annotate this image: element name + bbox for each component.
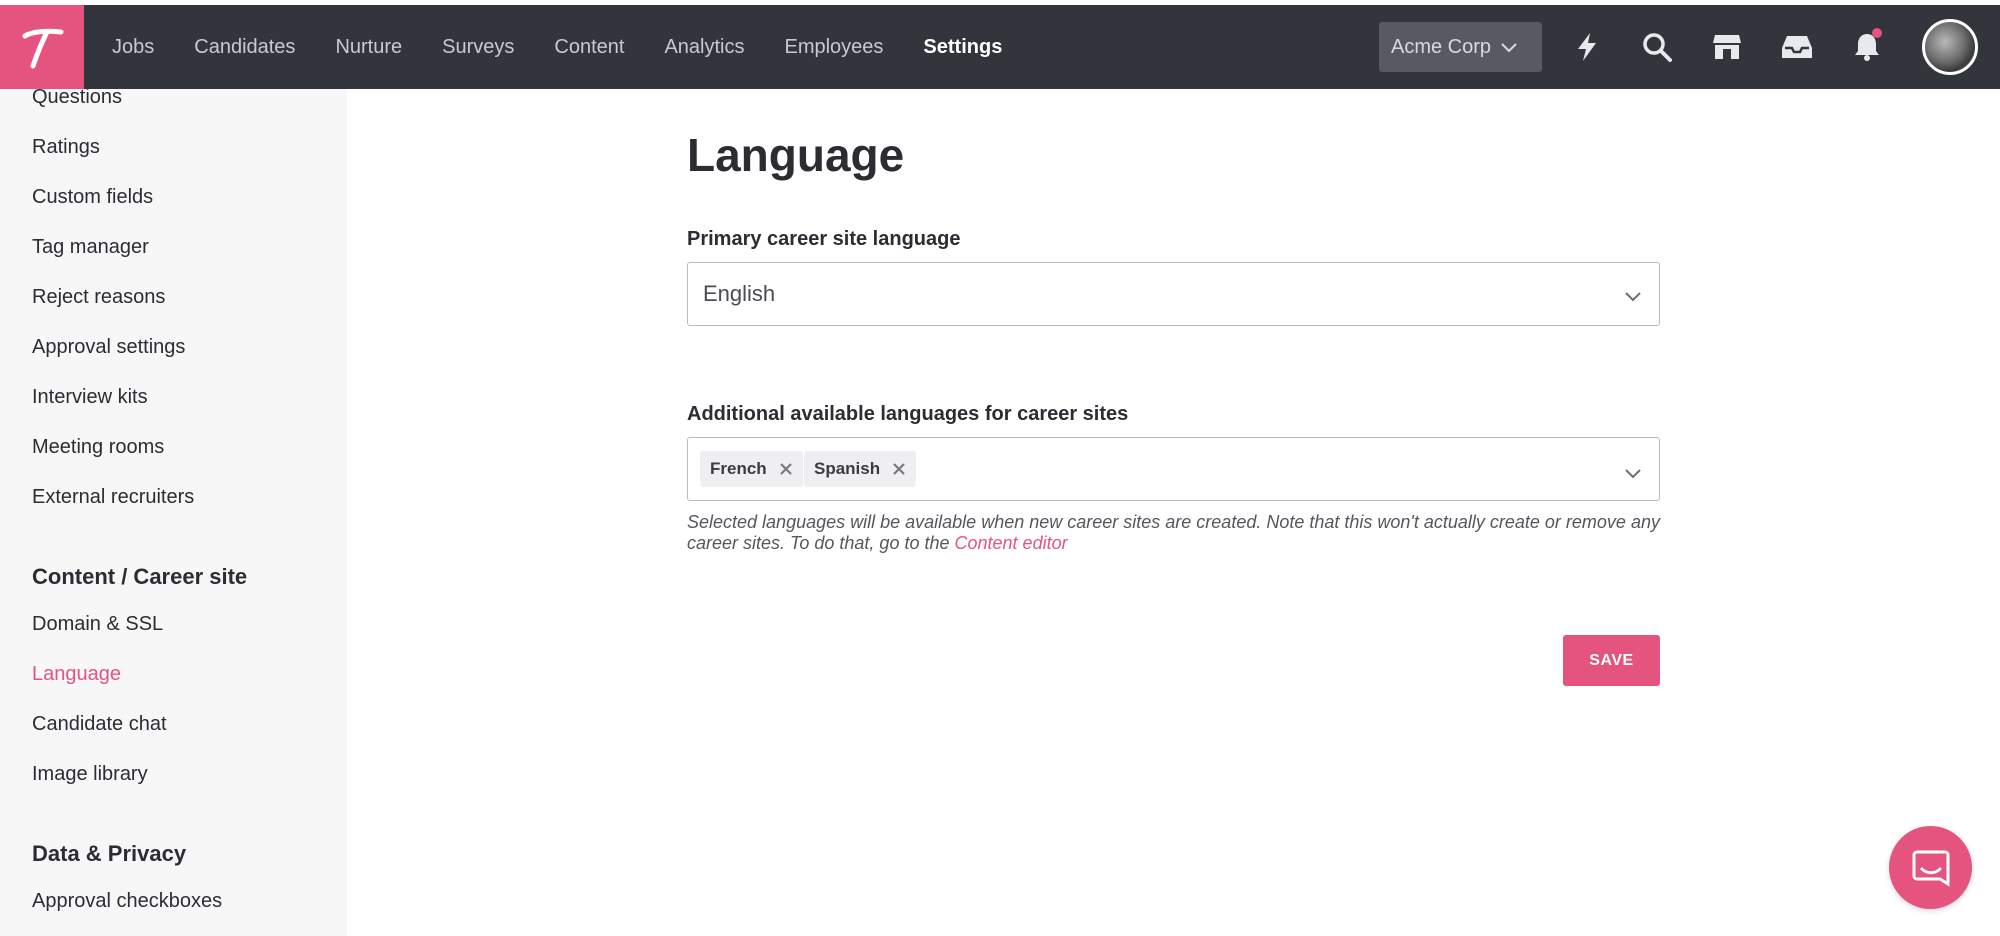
content-editor-link[interactable]: Content editor	[955, 533, 1068, 553]
chat-launcher-button[interactable]	[1889, 826, 1972, 909]
sidebar-item-candidate-chat[interactable]: Candidate chat	[32, 713, 167, 736]
tag-label: Spanish	[814, 459, 881, 478]
help-text-body: Selected languages will be available whe…	[687, 512, 1660, 553]
nav-nurture[interactable]: Nurture	[315, 5, 422, 89]
sidebar-section-career-site: Content / Career site	[32, 564, 248, 589]
notification-badge	[1872, 28, 1882, 38]
sidebar-item-approval-settings[interactable]: Approval settings	[32, 336, 185, 359]
nav-surveys[interactable]: Surveys	[422, 5, 534, 89]
nav-analytics[interactable]: Analytics	[644, 5, 764, 89]
logo-icon	[22, 28, 64, 69]
nav-settings[interactable]: Settings	[903, 5, 1022, 89]
sidebar-item-tag-manager[interactable]: Tag manager	[32, 236, 149, 259]
lightning-icon[interactable]	[1570, 30, 1604, 64]
primary-language-value: English	[703, 281, 776, 306]
additional-languages-label: Additional available languages for caree…	[687, 403, 1129, 425]
additional-languages-select[interactable]: French Spanish	[687, 437, 1660, 501]
teamtailor-logo[interactable]	[0, 5, 84, 89]
chevron-down-icon	[1625, 289, 1641, 307]
chevron-down-icon	[1625, 466, 1641, 484]
nav-content[interactable]: Content	[534, 5, 644, 89]
user-avatar[interactable]	[1922, 19, 1978, 75]
chevron-down-icon	[1501, 36, 1517, 59]
primary-language-select[interactable]: English	[687, 262, 1660, 326]
top-navbar: Jobs Candidates Nurture Surveys Content …	[0, 5, 2000, 89]
nav-jobs[interactable]: Jobs	[92, 5, 174, 89]
page-title: Language	[687, 129, 905, 181]
search-icon[interactable]	[1640, 30, 1674, 64]
chat-icon	[1912, 850, 1949, 887]
settings-sidebar: Questions Ratings Custom fields Tag mana…	[0, 89, 347, 936]
bell-icon[interactable]	[1850, 28, 1884, 64]
remove-tag-icon[interactable]	[892, 462, 906, 476]
remove-tag-icon[interactable]	[779, 462, 793, 476]
language-tag-french: French	[700, 451, 803, 487]
language-tag-spanish: Spanish	[804, 451, 917, 487]
sidebar-item-interview-kits[interactable]: Interview kits	[32, 386, 148, 409]
company-name: Acme Corp	[1391, 35, 1492, 58]
sidebar-item-approval-checkboxes[interactable]: Approval checkboxes	[32, 890, 222, 913]
primary-language-label: Primary career site language	[687, 228, 961, 250]
save-button[interactable]: SAVE	[1563, 635, 1660, 686]
company-switcher[interactable]: Acme Corp	[1379, 22, 1542, 72]
sidebar-item-domain-ssl[interactable]: Domain & SSL	[32, 613, 163, 636]
tag-label: French	[710, 459, 767, 478]
sidebar-item-meeting-rooms[interactable]: Meeting rooms	[32, 436, 164, 459]
main-nav: Jobs Candidates Nurture Surveys Content …	[92, 5, 1022, 89]
sidebar-item-reject-reasons[interactable]: Reject reasons	[32, 286, 165, 309]
sidebar-item-image-library[interactable]: Image library	[32, 763, 148, 786]
inbox-icon[interactable]	[1780, 30, 1814, 64]
sidebar-section-data-privacy: Data & Privacy	[32, 841, 187, 866]
sidebar-item-custom-fields[interactable]: Custom fields	[32, 186, 153, 209]
sidebar-item-external-recruiters[interactable]: External recruiters	[32, 486, 194, 509]
sidebar-item-language[interactable]: Language	[32, 663, 121, 686]
sidebar-item-ratings[interactable]: Ratings	[32, 136, 100, 159]
nav-candidates[interactable]: Candidates	[174, 5, 315, 89]
sidebar-item-questions[interactable]: Questions	[32, 89, 122, 109]
store-icon[interactable]	[1710, 30, 1744, 64]
help-text: Selected languages will be available whe…	[687, 512, 1667, 554]
nav-employees[interactable]: Employees	[764, 5, 903, 89]
